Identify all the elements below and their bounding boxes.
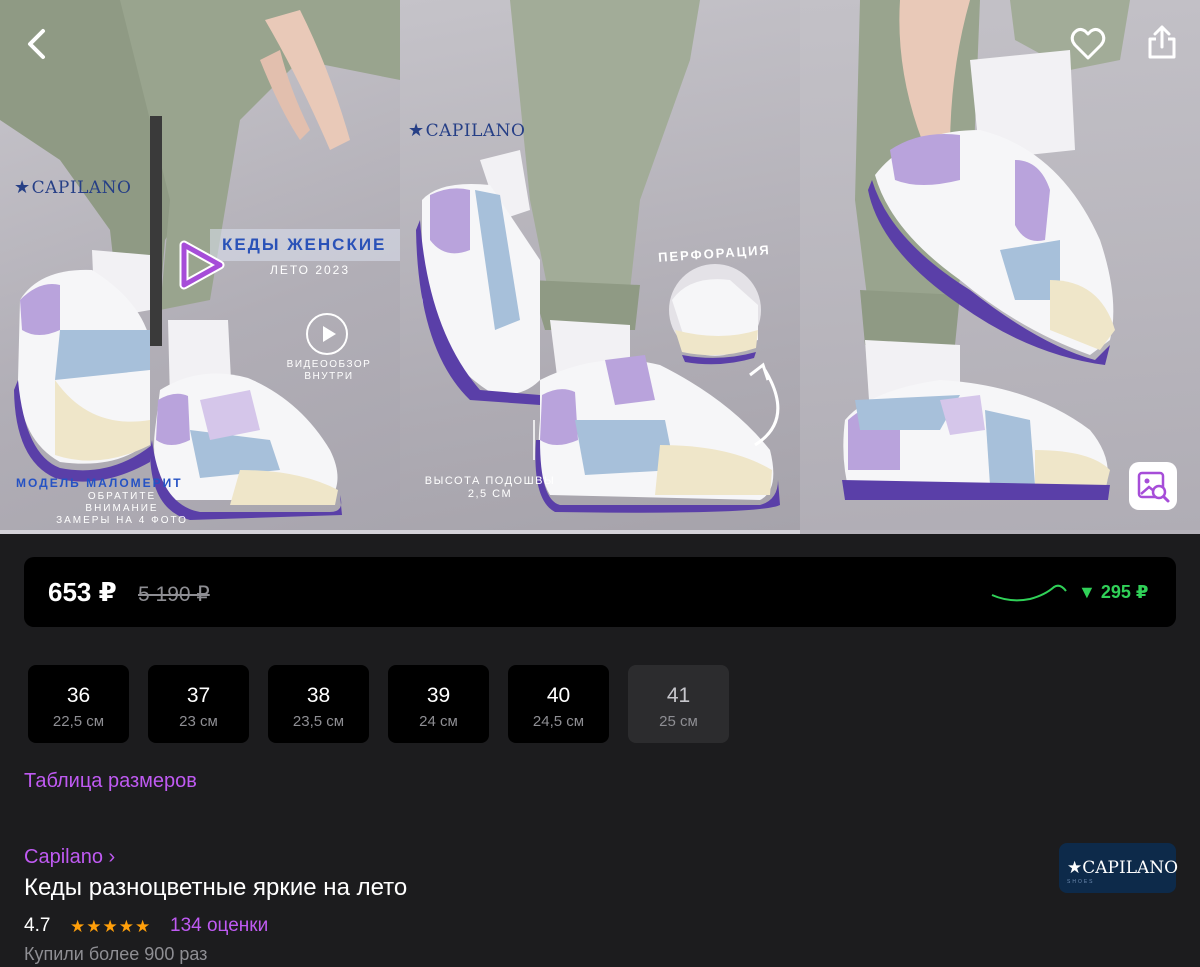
size-number: 40: [546, 684, 571, 707]
back-chevron-left-icon[interactable]: [18, 24, 58, 64]
brand-logo-watermark: ★CAPILANO: [408, 120, 526, 141]
size-length: 25 см: [659, 713, 698, 730]
search-by-photo-button[interactable]: [1129, 462, 1177, 510]
price-history-sparkline[interactable]: [990, 579, 1070, 609]
model-size-note-title: МОДЕЛЬ МАЛОМЕРИТ: [16, 476, 183, 490]
size-number: 36: [66, 684, 91, 707]
product-title: Кеды разноцветные яркие на лето: [24, 874, 408, 901]
size-option-40[interactable]: 40 24,5 см: [508, 665, 609, 743]
reviews-count-link[interactable]: 134 оценки: [170, 915, 268, 937]
size-option-38[interactable]: 38 23,5 см: [268, 665, 369, 743]
product-photo-3[interactable]: [800, 0, 1200, 530]
size-number: 37: [186, 684, 211, 707]
rating-stars-icon: ★★★★★: [70, 917, 152, 936]
image-search-icon: [1137, 471, 1170, 503]
share-icon[interactable]: [1142, 22, 1182, 62]
brand-logo-text: ★CAPILANO: [1067, 858, 1179, 878]
play-icon[interactable]: [176, 240, 226, 290]
product-image-gallery[interactable]: ★CAPILANO КЕДЫ ЖЕНСКИЕ ЛЕТО 2023 ВИДЕООБ…: [0, 0, 1200, 534]
size-option-36[interactable]: 36 22,5 см: [28, 665, 129, 743]
size-number: 39: [426, 684, 451, 707]
brand-logo-badge[interactable]: ★CAPILANO SHOES: [1059, 843, 1179, 893]
product-photo-1[interactable]: ★CAPILANO КЕДЫ ЖЕНСКИЕ ЛЕТО 2023 ВИДЕООБ…: [0, 0, 400, 530]
current-price: 653 ₽: [48, 577, 117, 607]
size-length: 22,5 см: [52, 713, 105, 730]
brand-logo-subtext: SHOES: [1067, 879, 1095, 885]
size-chart-link[interactable]: Таблица размеров: [24, 770, 197, 793]
purchase-count: Купили более 900 раз: [24, 944, 208, 964]
price-drop-badge: ▼ 295 ₽: [1078, 582, 1149, 602]
favorite-heart-icon[interactable]: [1068, 24, 1108, 64]
sole-height-label: ВЫСОТА ПОДОШВЫ 2,5 СМ: [424, 475, 556, 500]
product-photo-2[interactable]: ★CAPILANO ПЕРФОРАЦИЯ ВЫСОТА ПОДОШВЫ 2,5 …: [400, 0, 800, 530]
brand-logo-watermark: ★CAPILANO: [14, 177, 132, 198]
size-number: 41: [666, 684, 691, 707]
size-number: 38: [306, 684, 331, 707]
rating-value: 4.7: [24, 915, 51, 936]
old-price: 5 190 ₽: [138, 583, 210, 606]
promo-title: КЕДЫ ЖЕНСКИЕ: [210, 229, 400, 261]
gallery-divider: [0, 530, 800, 534]
video-play-icon: [306, 313, 348, 355]
sneaker-illustration-2: [416, 0, 780, 513]
price-bar[interactable]: 653 ₽ 5 190 ₽ ▼ 295 ₽: [24, 557, 1176, 627]
size-length: 23,5 см: [292, 713, 345, 730]
size-option-41[interactable]: 41 25 см: [628, 665, 729, 743]
size-option-39[interactable]: 39 24 см: [388, 665, 489, 743]
model-size-note-text: ОБРАТИТЕ ВНИМАНИЕ ЗАМЕРЫ НА 4 ФОТО: [56, 491, 188, 526]
size-length: 23 см: [179, 713, 218, 730]
size-option-37[interactable]: 37 23 см: [148, 665, 249, 743]
brand-link[interactable]: Capilano ›: [24, 846, 115, 869]
size-length: 24 см: [419, 713, 458, 730]
size-length: 24,5 см: [532, 713, 585, 730]
sneaker-illustration-3: [842, 0, 1130, 500]
promo-subtitle: ЛЕТО 2023: [270, 263, 351, 277]
video-review-label: ВИДЕООБЗОР ВНУТРИ: [286, 359, 372, 382]
